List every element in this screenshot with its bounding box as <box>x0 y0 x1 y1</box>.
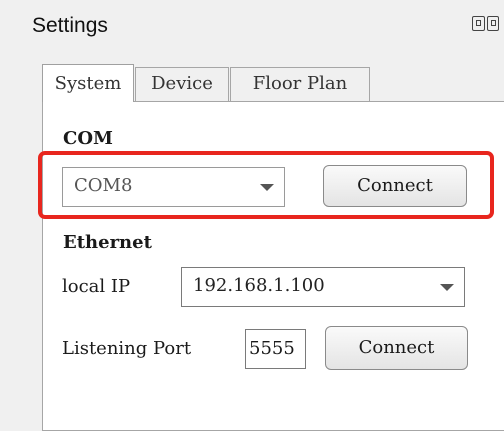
local-ip-select[interactable]: 192.168.1.100 <box>181 267 465 307</box>
chevron-down-icon <box>260 184 274 191</box>
listening-port-label: Listening Port <box>62 338 192 359</box>
tab-system[interactable]: System <box>42 64 134 102</box>
tab-device[interactable]: Device <box>135 67 229 101</box>
com-connect-button[interactable]: Connect <box>323 165 467 207</box>
tab-floor-plan[interactable]: Floor Plan <box>230 67 370 101</box>
chevron-down-icon <box>440 284 454 291</box>
ethernet-connect-button[interactable]: Connect <box>325 326 468 370</box>
title-icons <box>472 16 499 31</box>
com-heading: COM <box>63 128 113 149</box>
window-title: Settings <box>32 14 108 37</box>
listening-port-input[interactable]: 5555 <box>245 329 306 369</box>
ethernet-heading: Ethernet <box>63 232 152 253</box>
restore-icon[interactable] <box>472 16 485 31</box>
window-button-icon[interactable] <box>487 16 499 31</box>
com-port-value: COM8 <box>74 175 133 196</box>
system-tab-panel <box>42 101 504 431</box>
local-ip-value: 192.168.1.100 <box>193 275 325 296</box>
com-port-select[interactable]: COM8 <box>62 167 285 207</box>
local-ip-label: local IP <box>62 276 131 297</box>
